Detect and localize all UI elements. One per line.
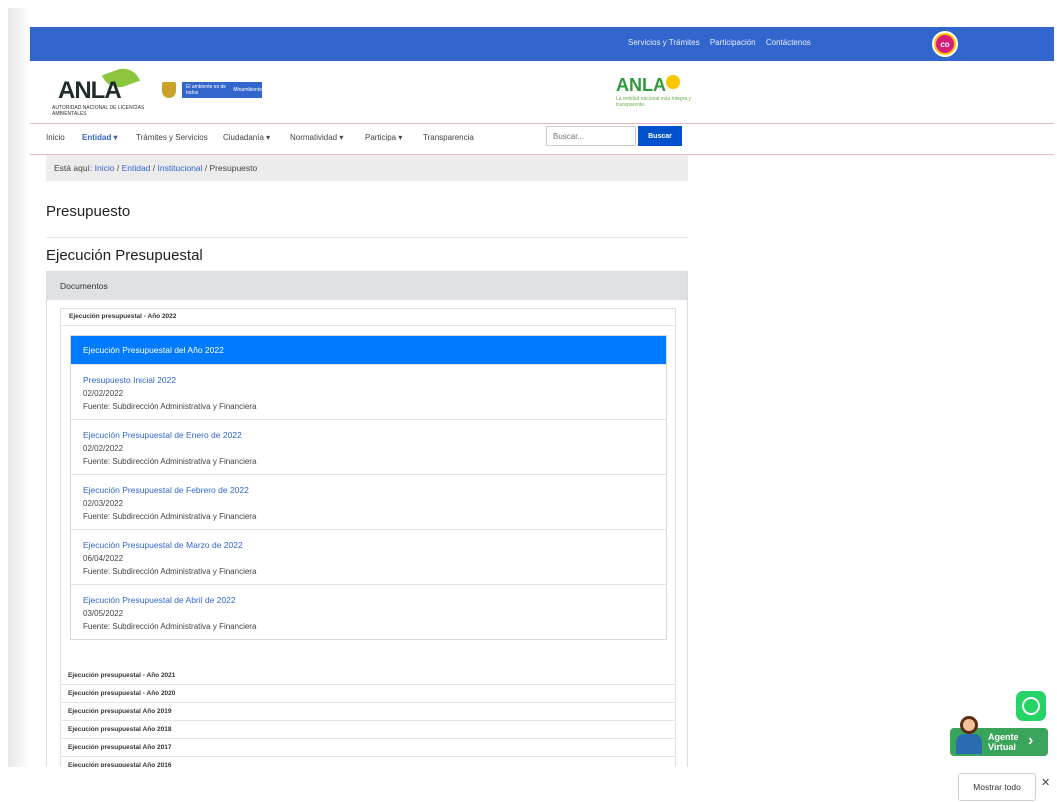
document-link[interactable]: Ejecución Presupuestal de Abril de 2022 [83,595,236,605]
breadcrumb: Está aquí: Inicio / Entidad / Institucio… [46,155,688,181]
breadcrumb-institucional[interactable]: Institucional [158,163,203,173]
breadcrumb-prefix: Está aquí: [54,163,93,173]
logo-subtitle: AUTORIDAD NACIONAL DE LICENCIAS AMBIENTA… [52,105,145,117]
nav-item-tramites[interactable]: Trámites y Servicios [136,133,208,142]
list-item: Ejecución Presupuestal de Febrero de 202… [71,474,666,529]
nav-item-entidad[interactable]: Entidad ▾ [82,133,118,142]
shield-icon [162,82,176,98]
logo-text: ANLA [58,77,122,104]
search-input[interactable] [546,126,636,146]
main-nav: Inicio Entidad ▾ Trámites y Servicios Ci… [30,124,1054,155]
window-shadow [8,8,30,788]
documents-card-header: Documentos [47,272,687,300]
accordion-title-2022[interactable]: Ejecución presupuestal - Año 2022 [61,309,675,326]
avatar-head [960,716,978,734]
accordion-year-2019[interactable]: Ejecución presupuestal Año 2019 [60,702,676,720]
agent-label-line1: Agente [988,732,1019,742]
list-item: Ejecución Presupuestal de Abril de 2022 … [71,584,666,639]
virtual-agent-button[interactable]: Agente Virtual › [950,716,1048,756]
accordion-year-2018[interactable]: Ejecución presupuestal Año 2018 [60,720,676,738]
top-link-contactenos[interactable]: Contáctenos [766,38,811,47]
document-source: Fuente: Subdirección Administrativa y Fi… [83,402,257,411]
co-logo-icon[interactable]: co [932,31,958,57]
gov-logo: El ambiente es de todos Minambiente [162,81,262,99]
site-header: ANLA AUTORIDAD NACIONAL DE LICENCIAS AMB… [30,61,1054,124]
agent-avatar-icon [956,716,982,754]
agent-label: Agente Virtual [988,732,1019,752]
browser-page: Servicios y Trámites Participación Contá… [30,27,1054,767]
breadcrumb-inicio[interactable]: Inicio [95,163,115,173]
list-item: Ejecución Presupuestal de Enero de 2022 … [71,419,666,474]
list-item: Ejecución Presupuestal de Marzo de 2022 … [71,529,666,584]
accordion-year-2021[interactable]: Ejecución presupuestal - Año 2021 [60,667,676,684]
anla-logo[interactable]: ANLA AUTORIDAD NACIONAL DE LICENCIAS AMB… [52,63,162,117]
close-icon[interactable]: ✕ [1041,776,1050,789]
accordion-year-2020[interactable]: Ejecución presupuestal - Año 2020 [60,684,676,702]
nav-item-inicio[interactable]: Inicio [46,133,65,142]
co-logo-text: co [936,35,954,53]
brand-text: ANLA [616,75,666,95]
document-link[interactable]: Ejecución Presupuestal de Febrero de 202… [83,485,249,495]
list-item: Presupuesto Inicial 2022 02/02/2022 Fuen… [71,364,666,419]
document-link[interactable]: Ejecución Presupuestal de Marzo de 2022 [83,540,243,550]
section-title: Ejecución Presupuestal [46,247,203,264]
document-source: Fuente: Subdirección Administrativa y Fi… [83,457,257,466]
show-all-button[interactable]: Mostrar todo [958,773,1036,801]
anla-brand-logo: ANLA La entidad nacional más íntegra y t… [616,75,706,115]
document-source: Fuente: Subdirección Administrativa y Fi… [83,567,257,576]
gov-ministry-text: Minambiente [233,87,262,93]
document-source: Fuente: Subdirección Administrativa y Fi… [83,512,257,521]
breadcrumb-current: Presupuesto [209,163,258,173]
gov-label-text: El ambiente es de todos [186,84,227,96]
top-link-participacion[interactable]: Participación [710,38,756,47]
document-date: 03/05/2022 [83,609,124,618]
download-bar [0,767,1057,802]
nav-item-transparencia[interactable]: Transparencia [423,133,474,142]
top-links: Servicios y Trámites Participación Contá… [628,38,819,47]
brand-tagline: La entidad nacional más íntegra y transp… [616,96,692,108]
document-date: 02/02/2022 [83,389,124,398]
list-header: Ejecución Presupuestal del Año 2022 [71,336,666,364]
year-accordion-list: Ejecución presupuestal - Año 2021 Ejecuc… [60,667,676,767]
accordion-year-2017[interactable]: Ejecución presupuestal Año 2017 [60,738,676,756]
whatsapp-glyph [1022,697,1040,715]
nav-item-participa[interactable]: Participa ▾ [365,133,402,142]
documents-list: Ejecución Presupuestal del Año 2022 Pres… [70,335,667,640]
whatsapp-icon[interactable] [1016,691,1046,721]
accordion-year-2016[interactable]: Ejecución presupuestal Año 2016 [60,756,676,767]
gov-top-bar: Servicios y Trámites Participación Contá… [30,27,1054,61]
top-link-servicios[interactable]: Servicios y Trámites [628,38,700,47]
chevron-right-icon: › [1028,732,1034,749]
screenshot-frame: Servicios y Trámites Participación Contá… [0,0,1057,802]
smile-icon [666,75,680,89]
document-date: 02/03/2022 [83,499,124,508]
title-divider [46,237,688,238]
documents-card: Documentos Ejecución presupuestal - Año … [46,271,688,767]
gov-label: El ambiente es de todos Minambiente [182,82,262,98]
page-title: Presupuesto [46,203,131,220]
document-link[interactable]: Ejecución Presupuestal de Enero de 2022 [83,430,242,440]
nav-item-ciudadania[interactable]: Ciudadanía ▾ [223,133,270,142]
breadcrumb-entidad[interactable]: Entidad [122,163,151,173]
document-date: 02/02/2022 [83,444,124,453]
avatar-body [956,734,982,754]
nav-item-normatividad[interactable]: Normatividad ▾ [290,133,343,142]
document-source: Fuente: Subdirección Administrativa y Fi… [83,622,257,631]
search-button[interactable]: Buscar [638,126,682,146]
document-date: 06/04/2022 [83,554,124,563]
document-link[interactable]: Presupuesto Inicial 2022 [83,375,176,385]
agent-label-line2: Virtual [988,742,1016,752]
